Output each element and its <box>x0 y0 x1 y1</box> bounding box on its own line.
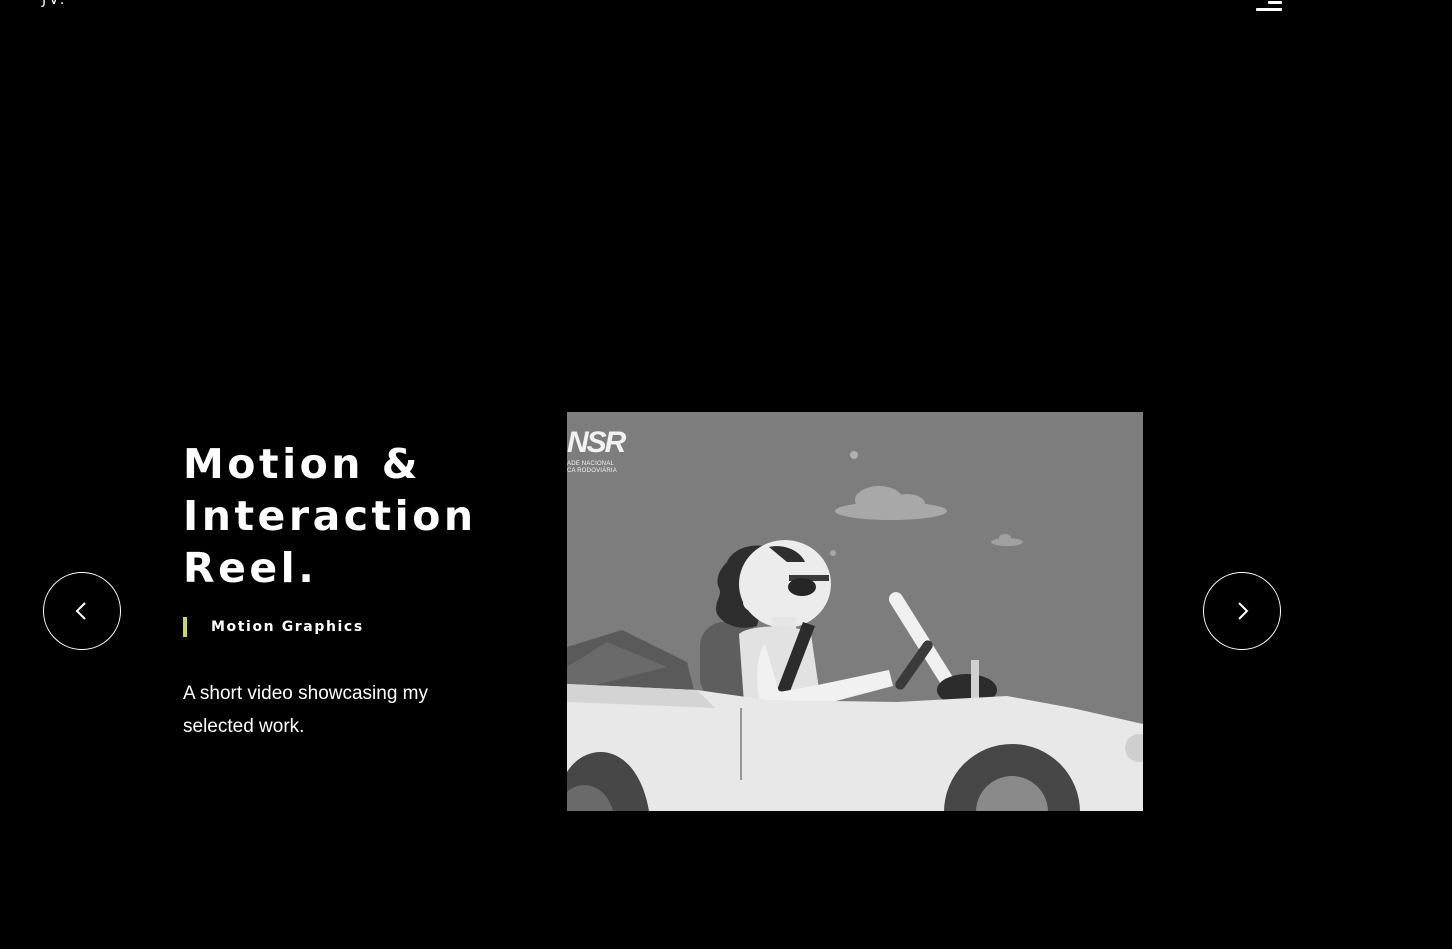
project-category: Motion Graphics <box>183 617 364 637</box>
project-description: A short video showcasing my selected wor… <box>183 683 429 737</box>
hamburger-menu-icon-bar <box>1256 8 1282 11</box>
video-frame-illustration <box>567 412 1143 811</box>
project-title-line-3: Reel. <box>183 544 318 592</box>
project-title-line-2: Interaction <box>183 492 477 540</box>
hamburger-menu-icon <box>1268 1 1282 4</box>
page: JV. Motion & Interaction Reel. Motion Grap… <box>0 0 1452 949</box>
video-brand-line-1: ADE NACIONAL <box>567 461 615 467</box>
video-brand-logo: NSR <box>567 426 626 459</box>
site-logo[interactable]: JV. <box>42 0 67 8</box>
project-title: Motion & Interaction Reel. <box>183 438 523 594</box>
menu-button[interactable] <box>1254 0 1282 14</box>
chevron-left-icon <box>75 602 86 620</box>
project-video[interactable]: NSR ADE NACIONAL CA RODOVIÁRIA <box>567 412 1143 811</box>
video-brand-line-2: CA RODOVIÁRIA <box>567 468 617 474</box>
previous-project-button[interactable] <box>43 572 121 650</box>
chevron-right-icon <box>1238 602 1249 620</box>
next-project-button[interactable] <box>1203 572 1281 650</box>
project-title-line-1: Motion & <box>183 440 422 488</box>
